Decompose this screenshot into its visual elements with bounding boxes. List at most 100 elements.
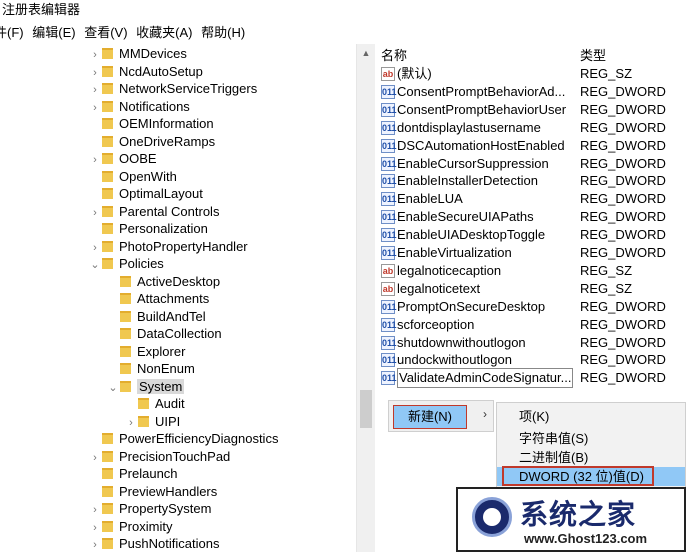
- chevron-right-icon[interactable]: ›: [88, 537, 102, 552]
- tree-item[interactable]: Explorer: [106, 343, 185, 360]
- chevron-down-icon[interactable]: ⌄: [106, 380, 120, 397]
- tree-item[interactable]: › MMDevices: [88, 45, 187, 62]
- chevron-down-icon[interactable]: ⌄: [88, 257, 102, 274]
- dword-value-icon: 011: [381, 246, 397, 260]
- menu-edit[interactable]: 编辑(E): [32, 22, 75, 44]
- value-name: EnableLUA: [397, 191, 463, 207]
- list-item[interactable]: ab legalnoticetext REG_SZ: [376, 280, 686, 298]
- string-value-icon: ab: [381, 281, 395, 296]
- dword-value-icon: 011: [381, 192, 397, 207]
- tree-item[interactable]: Personalization: [88, 220, 208, 237]
- list-item[interactable]: ab (默认) REG_SZ: [376, 65, 686, 83]
- list-item[interactable]: 011 ConsentPromptBehaviorAd... REG_DWORD: [376, 83, 686, 101]
- folder-icon: [102, 135, 113, 147]
- folder-icon: [120, 363, 131, 374]
- menu-file[interactable]: 件(F): [0, 22, 24, 44]
- chevron-right-icon[interactable]: ›: [88, 65, 102, 82]
- tree-item[interactable]: › PrecisionTouchPad: [88, 448, 230, 465]
- tree-item[interactable]: › Notifications: [88, 98, 190, 115]
- chevron-right-icon[interactable]: ›: [88, 205, 102, 222]
- registry-tree: › MMDevices › NcdAutoSetup › NetworkServiceTr…: [0, 44, 356, 552]
- list-item[interactable]: 011 PromptOnSecureDesktop REG_DWORD: [376, 298, 686, 316]
- tree-item-label: UIPI: [155, 413, 181, 429]
- chevron-right-icon[interactable]: ›: [88, 520, 102, 537]
- chevron-right-icon[interactable]: ›: [88, 502, 102, 519]
- submenu-item-key[interactable]: 项(K): [497, 407, 685, 426]
- chevron-right-icon[interactable]: ›: [124, 415, 138, 432]
- tree-item-label: PushNotifications: [119, 536, 220, 551]
- tree-scrollbar[interactable]: ▲: [356, 44, 375, 552]
- scroll-up-icon[interactable]: ▲: [357, 46, 375, 60]
- tree-item[interactable]: › PropertySystem: [88, 500, 211, 517]
- folder-icon: [102, 205, 113, 217]
- tree-item[interactable]: DataCollection: [106, 325, 222, 342]
- list-item[interactable]: 011 EnableInstallerDetection REG_DWORD: [376, 172, 686, 190]
- tree-item-label: Personalization: [119, 221, 208, 236]
- list-item[interactable]: 011 dontdisplaylastusername REG_DWORD: [376, 119, 686, 137]
- chevron-right-icon[interactable]: ›: [88, 450, 102, 467]
- folder-icon: [102, 258, 113, 269]
- tree-item[interactable]: › Parental Controls: [88, 203, 219, 220]
- tree-item[interactable]: › NcdAutoSetup: [88, 63, 203, 80]
- tree-item[interactable]: OEMInformation: [88, 115, 214, 132]
- list-item[interactable]: 011 EnableUIADesktopToggle REG_DWORD: [376, 226, 686, 244]
- value-name: legalnoticecaption: [397, 262, 502, 278]
- tree-item[interactable]: › NetworkServiceTriggers: [88, 80, 257, 97]
- folder-icon: [102, 433, 113, 444]
- value-type: REG_DWORD: [580, 191, 666, 207]
- tree-item-label: ActiveDesktop: [137, 273, 221, 289]
- list-item[interactable]: 011 ValidateAdminCodeSignatur... REG_DWORD: [376, 368, 686, 389]
- value-type: REG_DWORD: [580, 119, 666, 135]
- submenu-item-binary-value[interactable]: 二进制值(B): [497, 448, 685, 467]
- tree-item[interactable]: › OOBE: [88, 150, 156, 169]
- column-header-type[interactable]: 类型: [580, 47, 606, 65]
- list-item[interactable]: 011 EnableSecureUIAPaths REG_DWORD: [376, 208, 686, 226]
- list-item[interactable]: 011 ConsentPromptBehaviorUser REG_DWORD: [376, 101, 686, 119]
- list-item[interactable]: 011 EnableLUA REG_DWORD: [376, 190, 686, 208]
- chevron-right-icon[interactable]: ›: [88, 47, 102, 64]
- list-item[interactable]: 011 DSCAutomationHostEnabled REG_DWORD: [376, 137, 686, 155]
- tree-item[interactable]: › PushNotifications: [88, 535, 219, 552]
- value-name: PromptOnSecureDesktop: [397, 298, 546, 314]
- list-item[interactable]: 011 EnableVirtualization REG_DWORD: [376, 244, 686, 262]
- dword-value-icon: 011: [381, 228, 397, 243]
- value-name: (默认): [397, 66, 432, 81]
- menu-view[interactable]: 查看(V): [84, 22, 127, 44]
- tree-item[interactable]: PreviewHandlers: [88, 483, 217, 500]
- chevron-right-icon[interactable]: ›: [88, 152, 102, 169]
- tree-item[interactable]: NonEnum: [106, 360, 195, 377]
- list-item[interactable]: 011 shutdownwithoutlogon REG_DWORD: [376, 334, 686, 352]
- list-item[interactable]: 011 EnableCursorSuppression REG_DWORD: [376, 155, 686, 173]
- tree-item-label: BuildAndTel: [137, 308, 206, 324]
- menu-item-new[interactable]: 新建(N): [393, 405, 467, 429]
- tree-item-label: OneDriveRamps: [119, 133, 216, 149]
- chevron-right-icon[interactable]: ›: [88, 100, 102, 117]
- list-item[interactable]: ab legalnoticecaption REG_SZ: [376, 262, 686, 280]
- chevron-right-icon[interactable]: ›: [88, 82, 102, 99]
- column-header-name[interactable]: 名称: [381, 47, 407, 65]
- tree-item[interactable]: PowerEfficiencyDiagnostics: [88, 430, 278, 447]
- tree-item-label: Prelaunch: [119, 466, 178, 481]
- tree-item[interactable]: › Proximity: [88, 518, 172, 535]
- tree-item[interactable]: Audit: [124, 395, 185, 412]
- tree-item[interactable]: › UIPI: [124, 413, 180, 430]
- tree-item[interactable]: Prelaunch: [88, 465, 178, 482]
- folder-icon: [102, 503, 113, 514]
- list-item[interactable]: 011 undockwithoutlogon REG_DWORD: [376, 351, 686, 369]
- tree-item[interactable]: › PhotoPropertyHandler: [88, 238, 247, 257]
- menu-favorites[interactable]: 收藏夹(A): [136, 22, 192, 44]
- submenu-item-string-value[interactable]: 字符串值(S): [497, 429, 685, 448]
- value-name: legalnoticetext: [397, 280, 481, 296]
- tree-item[interactable]: OptimalLayout: [88, 185, 203, 202]
- chevron-right-icon[interactable]: ›: [88, 240, 102, 257]
- menu-help[interactable]: 帮助(H): [201, 22, 245, 44]
- tree-item[interactable]: OpenWith: [88, 168, 177, 185]
- tree-item[interactable]: ActiveDesktop: [106, 273, 220, 290]
- tree-item[interactable]: ⌄ System: [106, 378, 185, 397]
- tree-item[interactable]: OneDriveRamps: [88, 133, 215, 150]
- list-item[interactable]: 011 scforceoption REG_DWORD: [376, 316, 686, 334]
- scroll-thumb[interactable]: [360, 390, 372, 428]
- tree-item[interactable]: BuildAndTel: [106, 308, 206, 325]
- tree-item[interactable]: ⌄ Policies: [88, 255, 163, 274]
- tree-item[interactable]: Attachments: [106, 290, 209, 307]
